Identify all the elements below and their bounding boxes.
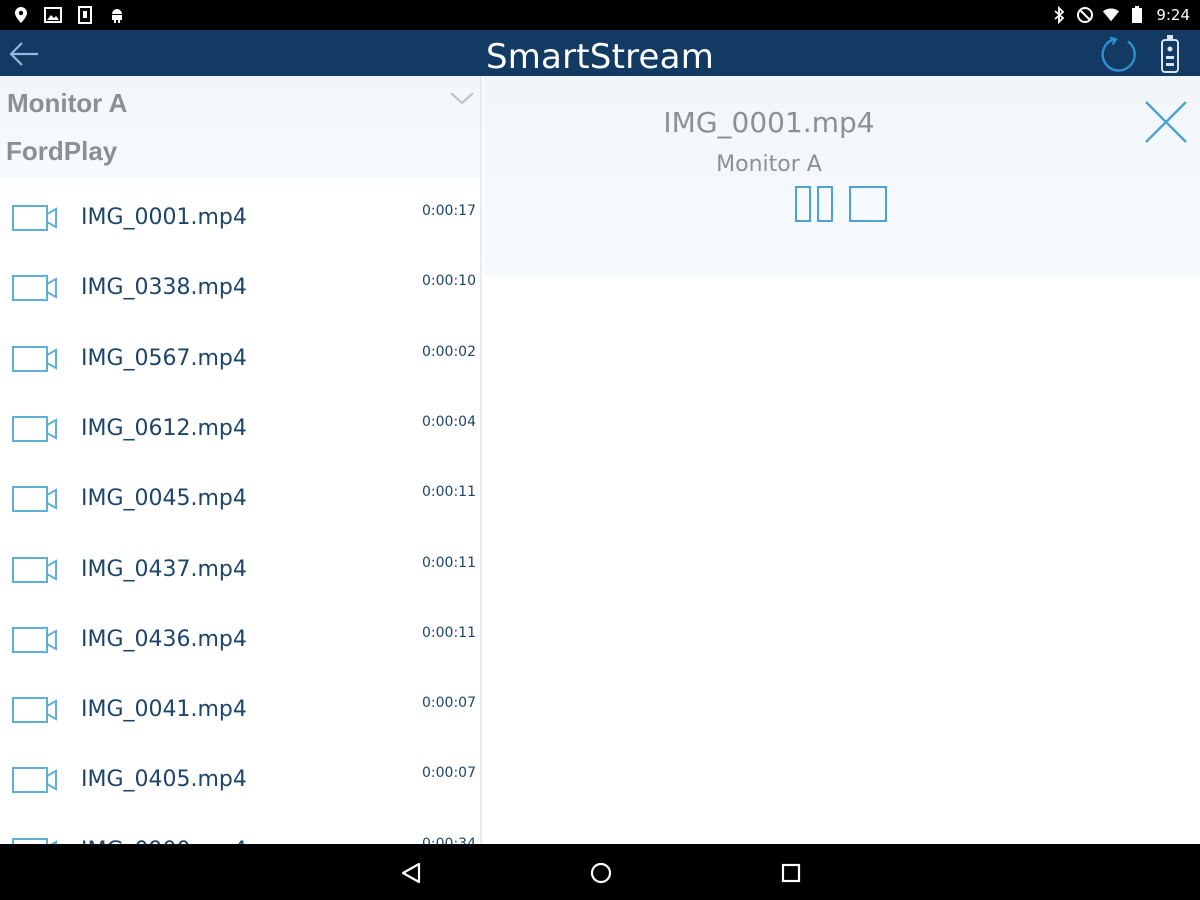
video-camera-icon	[12, 626, 57, 653]
file-list-item[interactable]: IMG_0045.mp4 0:00:11	[0, 462, 480, 532]
sim-toolkit-icon	[76, 5, 94, 25]
file-list-panel: Monitor A FordPlay IMG_0001.mp4 0:00:17 IM…	[0, 76, 482, 844]
app-title: SmartStream	[485, 37, 715, 77]
video-camera-icon	[12, 345, 57, 372]
pause-icon	[795, 186, 833, 222]
refresh-icon	[1101, 36, 1136, 72]
status-left-icons	[12, 5, 126, 25]
video-camera-icon	[12, 275, 57, 302]
file-name: IMG_0612.mp4	[81, 415, 247, 441]
status-bar: 9:24	[0, 0, 1200, 30]
file-list-item[interactable]: IMG_0001.mp4 0:00:17	[0, 181, 480, 251]
file-duration: 0:00:07	[422, 765, 476, 782]
image-icon	[44, 5, 62, 25]
file-name: IMG_0436.mp4	[81, 626, 247, 652]
navigation-bar	[0, 844, 1200, 900]
app-bar: SmartStream	[0, 30, 1200, 77]
nav-recents-button[interactable]	[776, 858, 806, 888]
file-list-item[interactable]: IMG_0900.mp40:00:34	[0, 814, 480, 844]
file-name: IMG_0338.mp4	[81, 275, 247, 301]
file-name: IMG_0567.mp4	[81, 345, 247, 371]
video-camera-icon	[12, 767, 57, 794]
video-camera-icon	[12, 205, 57, 231]
close-button[interactable]	[1142, 98, 1190, 146]
video-camera-icon	[12, 556, 57, 583]
file-list-item[interactable]: IMG_0436.mp4 0:00:11	[0, 603, 480, 673]
wifi-icon	[1102, 5, 1120, 25]
file-duration: 0:00:34	[422, 835, 476, 844]
stop-icon	[849, 186, 887, 222]
close-icon	[1145, 101, 1187, 143]
battery-icon	[1128, 5, 1146, 25]
do-not-disturb-icon	[1076, 5, 1094, 25]
file-duration: 0:00:11	[422, 624, 476, 641]
nav-recents-square-icon	[781, 863, 801, 883]
status-time: 9:24	[1156, 6, 1190, 24]
now-playing-title: IMG_0001.mp4	[663, 106, 875, 139]
now-playing-panel: IMG_0001.mp4 Monitor A	[484, 76, 1200, 844]
file-list-item[interactable]: IMG_0405.mp4 0:00:07	[0, 743, 480, 813]
android-icon	[108, 5, 126, 25]
file-list-item[interactable]: IMG_0338.mp4 0:00:10	[0, 251, 480, 321]
now-playing-card: IMG_0001.mp4 Monitor A	[484, 76, 1200, 276]
file-list-header: Monitor A FordPlay	[0, 76, 480, 178]
remote-control-button[interactable]	[1156, 34, 1184, 74]
bluetooth-icon	[1050, 5, 1068, 25]
file-list-item[interactable]: IMG_0437.mp4 0:00:11	[0, 533, 480, 603]
video-camera-icon	[12, 486, 57, 513]
source-label: FordPlay	[6, 136, 118, 166]
remote-control-icon	[1161, 35, 1179, 73]
file-duration: 0:00:10	[422, 273, 476, 290]
nav-home-circle-icon	[590, 862, 612, 884]
file-duration: 0:00:02	[422, 343, 476, 360]
file-name: IMG_0001.mp4	[81, 205, 247, 230]
video-camera-icon	[12, 415, 57, 442]
refresh-button[interactable]	[1100, 36, 1140, 72]
file-list-item[interactable]: IMG_0567.mp4 0:00:02	[0, 322, 480, 392]
nav-home-button[interactable]	[586, 858, 616, 888]
video-camera-icon	[12, 697, 57, 724]
status-right-icons: 9:24	[1050, 5, 1190, 25]
nav-back-triangle-icon	[401, 862, 421, 884]
file-name: IMG_0045.mp4	[81, 486, 247, 512]
stop-button[interactable]	[848, 184, 888, 224]
nav-back-button[interactable]	[396, 858, 426, 888]
file-duration: 0:00:11	[422, 484, 476, 501]
pause-button[interactable]	[794, 184, 834, 224]
now-playing-monitor: Monitor A	[716, 152, 822, 177]
file-name: IMG_0041.mp4	[81, 697, 247, 723]
file-duration: 0:00:04	[422, 413, 476, 430]
file-duration: 0:00:11	[422, 554, 476, 571]
file-list-item[interactable]: IMG_0041.mp4 0:00:07	[0, 673, 480, 743]
file-name: IMG_0405.mp4	[81, 767, 247, 793]
location-pin-icon	[12, 5, 30, 25]
file-list-item[interactable]: IMG_0612.mp4 0:00:04	[0, 392, 480, 462]
monitor-selector-label[interactable]: Monitor A	[7, 88, 127, 119]
file-name: IMG_0437.mp4	[81, 556, 247, 582]
file-duration: 0:00:17	[422, 203, 476, 219]
chevron-down-icon	[450, 92, 474, 105]
file-duration: 0:00:07	[422, 695, 476, 712]
